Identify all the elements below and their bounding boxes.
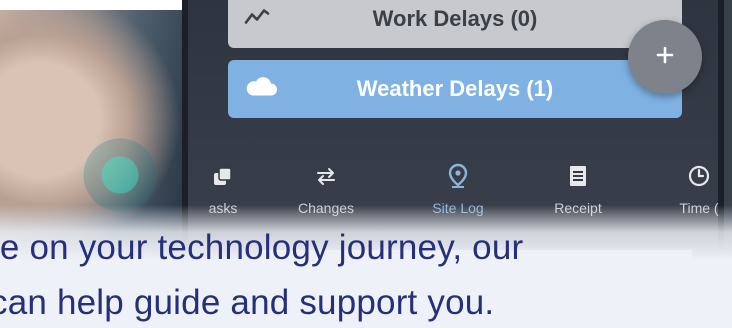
cloud-icon xyxy=(244,76,278,103)
plus-icon xyxy=(655,45,675,70)
caption-line-2: can help guide and support you. xyxy=(0,283,495,322)
white-corner xyxy=(0,0,184,10)
tasks-icon xyxy=(178,162,268,190)
caption-line-1: re on your technology journey, our xyxy=(0,228,524,267)
location-pin-icon xyxy=(413,162,503,190)
receipt-icon xyxy=(533,162,623,190)
work-delays-row[interactable]: Work Delays (0) xyxy=(228,0,682,48)
work-delays-label: Work Delays (0) xyxy=(372,6,538,31)
hero-image: Work Delays (0) Weather Delays (1) asks xyxy=(0,0,732,328)
swap-arrows-icon xyxy=(281,162,371,190)
weather-delays-label: Weather Delays (1) xyxy=(356,76,554,101)
add-button[interactable] xyxy=(628,20,702,94)
weather-delays-row[interactable]: Weather Delays (1) xyxy=(228,60,682,118)
clock-icon xyxy=(654,162,732,190)
trend-line-icon xyxy=(244,7,270,32)
